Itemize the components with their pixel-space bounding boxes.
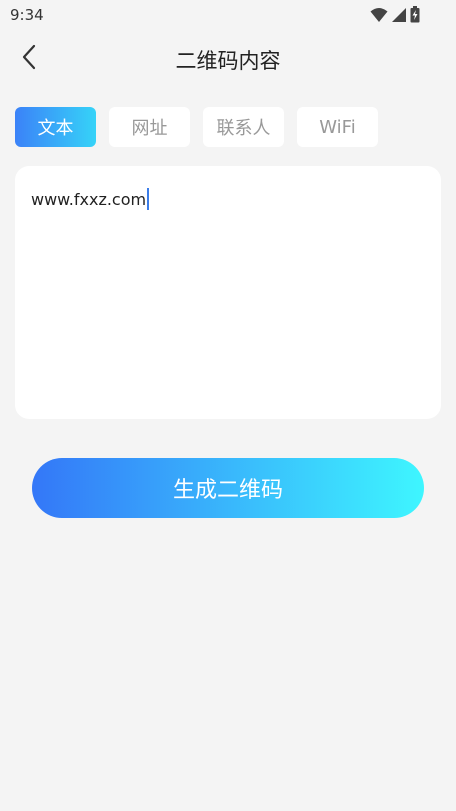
status-bar: 9:34 xyxy=(0,0,456,30)
content-text-field[interactable]: www.fxxz.com xyxy=(31,188,150,210)
content-input-area[interactable]: www.fxxz.com xyxy=(15,166,441,419)
content-text-value: www.fxxz.com xyxy=(31,189,147,209)
page-title: 二维码内容 xyxy=(175,49,281,73)
generate-qr-button[interactable]: 生成二维码 xyxy=(32,458,424,518)
text-caret xyxy=(147,188,150,210)
tab-text[interactable]: 文本 xyxy=(15,107,96,147)
tab-contact[interactable]: 联系人 xyxy=(203,107,284,147)
content-type-tabs: 文本 网址 联系人 WiFi xyxy=(15,107,378,147)
status-time: 9:34 xyxy=(10,6,44,24)
wifi-icon xyxy=(370,7,388,23)
header: 二维码内容 xyxy=(0,36,456,82)
tab-url[interactable]: 网址 xyxy=(109,107,190,147)
status-icons xyxy=(370,6,420,23)
battery-charging-icon xyxy=(410,6,420,23)
signal-icon xyxy=(391,7,407,23)
tab-wifi[interactable]: WiFi xyxy=(297,107,378,147)
